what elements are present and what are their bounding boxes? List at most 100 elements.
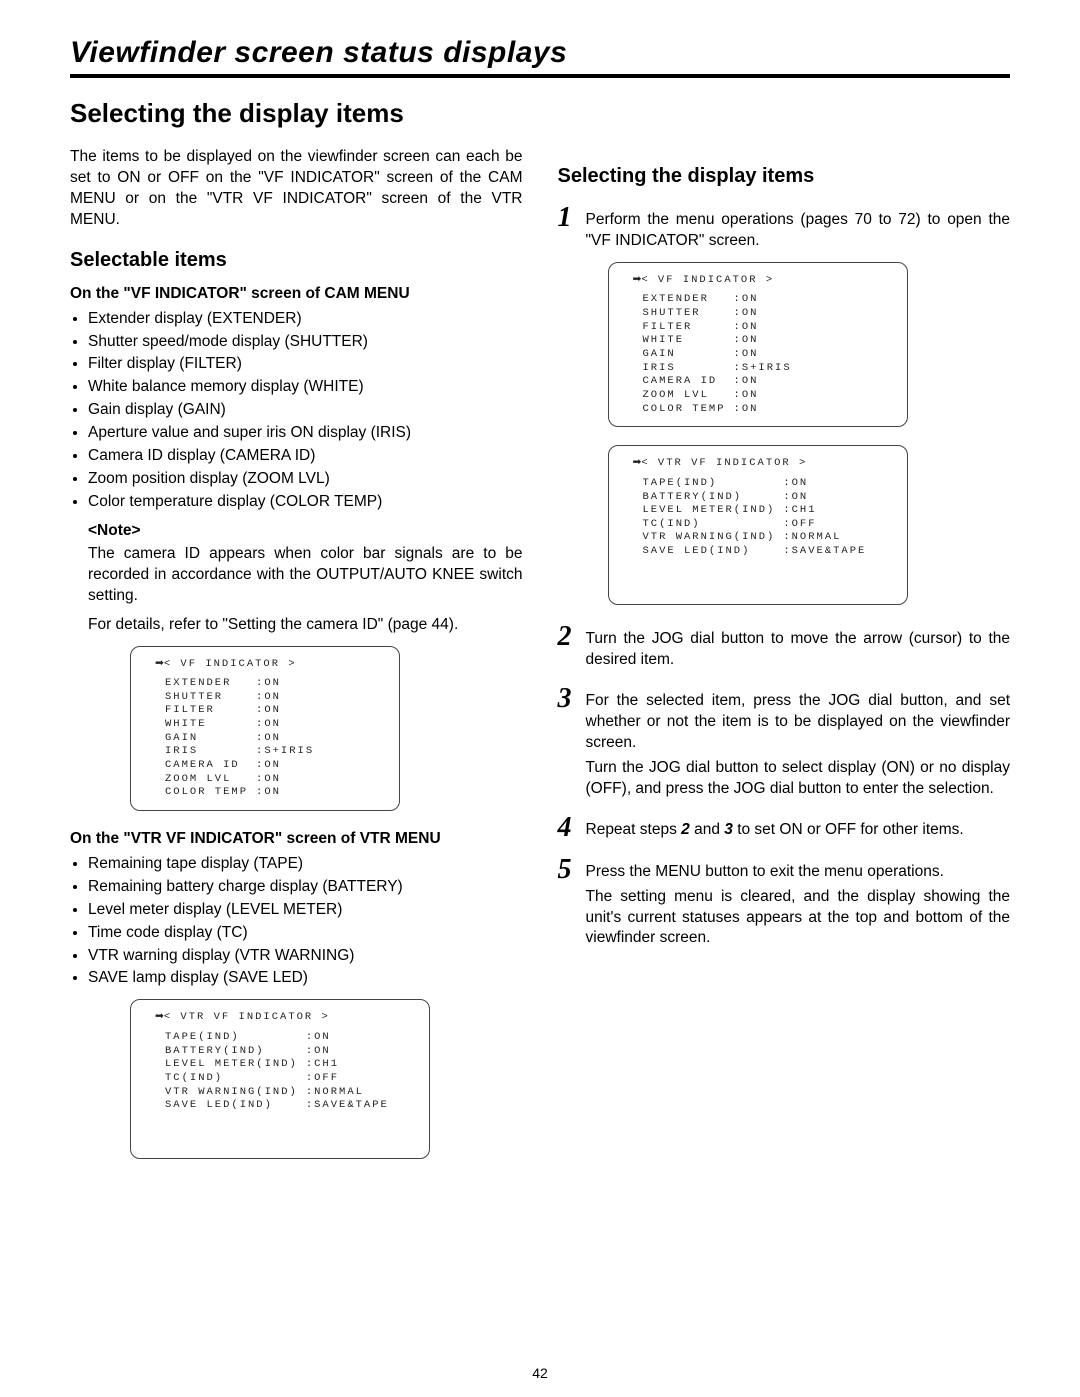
- menu-item-value: :SAVE&TAPE: [783, 545, 866, 559]
- step-number: 2: [558, 623, 586, 651]
- vf-indicator-screen-right: ➡< VF INDICATOR > EXTENDER:ON SHUTTER:ON…: [608, 262, 908, 427]
- menu-item-value: :ON: [256, 704, 314, 718]
- table-row: IRIS:S+IRIS: [165, 745, 314, 759]
- table-row: COLOR TEMP:ON: [643, 403, 792, 417]
- list-item: Level meter display (LEVEL METER): [88, 900, 523, 921]
- menu-item-value: :ON: [734, 389, 792, 403]
- menu-item-label: LEVEL METER(IND): [165, 1058, 306, 1072]
- step-number: 1: [558, 204, 586, 232]
- menu-screen: ➡< VF INDICATOR > EXTENDER:ON SHUTTER:ON…: [608, 262, 908, 427]
- table-row: VTR WARNING(IND):NORMAL: [165, 1086, 389, 1100]
- step-3: 3 For the selected item, press the JOG d…: [558, 685, 1011, 800]
- table-row: IRIS:S+IRIS: [643, 362, 792, 376]
- arrow-right-icon: ➡: [633, 273, 642, 285]
- table-row: WHITE:ON: [165, 718, 314, 732]
- table-row: CAMERA ID:ON: [643, 375, 792, 389]
- step-body: For the selected item, press the JOG dia…: [586, 685, 1011, 800]
- menu-item-value: :ON: [306, 1031, 389, 1045]
- menu-item-value: :OFF: [306, 1072, 389, 1086]
- step-number: 4: [558, 814, 586, 842]
- page-title: Viewfinder screen status displays: [70, 36, 1010, 70]
- menu-item-value: :ON: [256, 718, 314, 732]
- menu-item-value: :OFF: [783, 518, 866, 532]
- table-row: SAVE LED(IND):SAVE&TAPE: [643, 545, 867, 559]
- menu-item-label: SHUTTER: [643, 307, 734, 321]
- step-text: Turn the JOG dial button to select displ…: [586, 758, 1011, 800]
- menu-item-label: TC(IND): [643, 518, 784, 532]
- menu-title-row: ➡< VF INDICATOR >: [143, 657, 387, 672]
- list-item: White balance memory display (WHITE): [88, 377, 523, 398]
- menu-item-label: WHITE: [643, 334, 734, 348]
- menu-item-value: :ON: [256, 786, 314, 800]
- menu-title: < VTR VF INDICATOR >: [164, 1011, 330, 1023]
- vtr-menu-list: Remaining tape display (TAPE) Remaining …: [70, 854, 523, 990]
- menu-item-value: :ON: [256, 773, 314, 787]
- menu-item-value: :ON: [734, 334, 792, 348]
- table-row: CAMERA ID:ON: [165, 759, 314, 773]
- menu-item-label: ZOOM LVL: [165, 773, 256, 787]
- two-column-layout: The items to be displayed on the viewfin…: [70, 147, 1010, 1177]
- menu-item-value: :ON: [734, 321, 792, 335]
- arrow-right-icon: ➡: [633, 456, 642, 468]
- intro-paragraph: The items to be displayed on the viewfin…: [70, 147, 523, 231]
- page-number: 42: [0, 1365, 1080, 1381]
- table-row: SAVE LED(IND):SAVE&TAPE: [165, 1099, 389, 1113]
- selectable-items-heading: Selectable items: [70, 247, 523, 274]
- table-row: SHUTTER:ON: [643, 307, 792, 321]
- note-body-2: For details, refer to "Setting the camer…: [88, 615, 523, 636]
- menu-title: < VTR VF INDICATOR >: [641, 457, 807, 469]
- menu-table: TAPE(IND):ON BATTERY(IND):ON LEVEL METER…: [165, 1031, 389, 1113]
- menu-item-value: :ON: [734, 375, 792, 389]
- menu-item-label: ZOOM LVL: [643, 389, 734, 403]
- step-ref: 2: [681, 821, 690, 838]
- vtr-vf-indicator-screen-left: ➡< VTR VF INDICATOR > TAPE(IND):ON BATTE…: [130, 999, 430, 1159]
- table-row: ZOOM LVL:ON: [643, 389, 792, 403]
- cam-menu-heading: On the "VF INDICATOR" screen of CAM MENU: [70, 284, 523, 305]
- right-column: Selecting the display items 1 Perform th…: [558, 147, 1011, 1177]
- table-row: FILTER:ON: [165, 704, 314, 718]
- menu-title-row: ➡< VTR VF INDICATOR >: [143, 1010, 417, 1025]
- list-item: Time code display (TC): [88, 923, 523, 944]
- list-item: Filter display (FILTER): [88, 354, 523, 375]
- menu-item-value: :ON: [256, 732, 314, 746]
- step-1: 1 Perform the menu operations (pages 70 …: [558, 204, 1011, 252]
- menu-item-value: :CH1: [306, 1058, 389, 1072]
- menu-item-value: :ON: [256, 677, 314, 691]
- step-body: Repeat steps 2 and 3 to set ON or OFF fo…: [586, 814, 1011, 841]
- table-row: TC(IND):OFF: [165, 1072, 389, 1086]
- table-row: FILTER:ON: [643, 321, 792, 335]
- table-row: BATTERY(IND):ON: [643, 491, 867, 505]
- table-row: WHITE:ON: [643, 334, 792, 348]
- list-item: Camera ID display (CAMERA ID): [88, 446, 523, 467]
- step-4: 4 Repeat steps 2 and 3 to set ON or OFF …: [558, 814, 1011, 842]
- vtr-menu-heading: On the "VTR VF INDICATOR" screen of VTR …: [70, 829, 523, 850]
- menu-item-value: :NORMAL: [306, 1086, 389, 1100]
- list-item: Gain display (GAIN): [88, 400, 523, 421]
- arrow-right-icon: ➡: [155, 1010, 164, 1022]
- list-item: Shutter speed/mode display (SHUTTER): [88, 332, 523, 353]
- menu-title: < VF INDICATOR >: [164, 658, 297, 670]
- menu-item-value: :ON: [734, 293, 792, 307]
- menu-item-label: GAIN: [165, 732, 256, 746]
- table-row: TAPE(IND):ON: [643, 477, 867, 491]
- menu-item-label: SAVE LED(IND): [165, 1099, 306, 1113]
- table-row: LEVEL METER(IND):CH1: [643, 504, 867, 518]
- menu-item-value: :SAVE&TAPE: [306, 1099, 389, 1113]
- note-label: <Note>: [88, 521, 523, 542]
- section-title: Selecting the display items: [70, 98, 1010, 129]
- step-body: Press the MENU button to exit the menu o…: [586, 856, 1011, 950]
- menu-item-value: :CH1: [783, 504, 866, 518]
- step-5: 5 Press the MENU button to exit the menu…: [558, 856, 1011, 950]
- right-heading: Selecting the display items: [558, 163, 1011, 190]
- list-item: Aperture value and super iris ON display…: [88, 423, 523, 444]
- arrow-right-icon: ➡: [155, 657, 164, 669]
- menu-item-label: EXTENDER: [165, 677, 256, 691]
- step-text: and: [690, 821, 724, 838]
- menu-item-label: VTR WARNING(IND): [643, 531, 784, 545]
- step-text: For the selected item, press the JOG dia…: [586, 692, 1011, 751]
- step-body: Turn the JOG dial button to move the arr…: [586, 623, 1011, 671]
- menu-item-label: SHUTTER: [165, 691, 256, 705]
- menu-item-label: BATTERY(IND): [643, 491, 784, 505]
- step-text: Repeat steps: [586, 821, 682, 838]
- menu-item-label: CAMERA ID: [643, 375, 734, 389]
